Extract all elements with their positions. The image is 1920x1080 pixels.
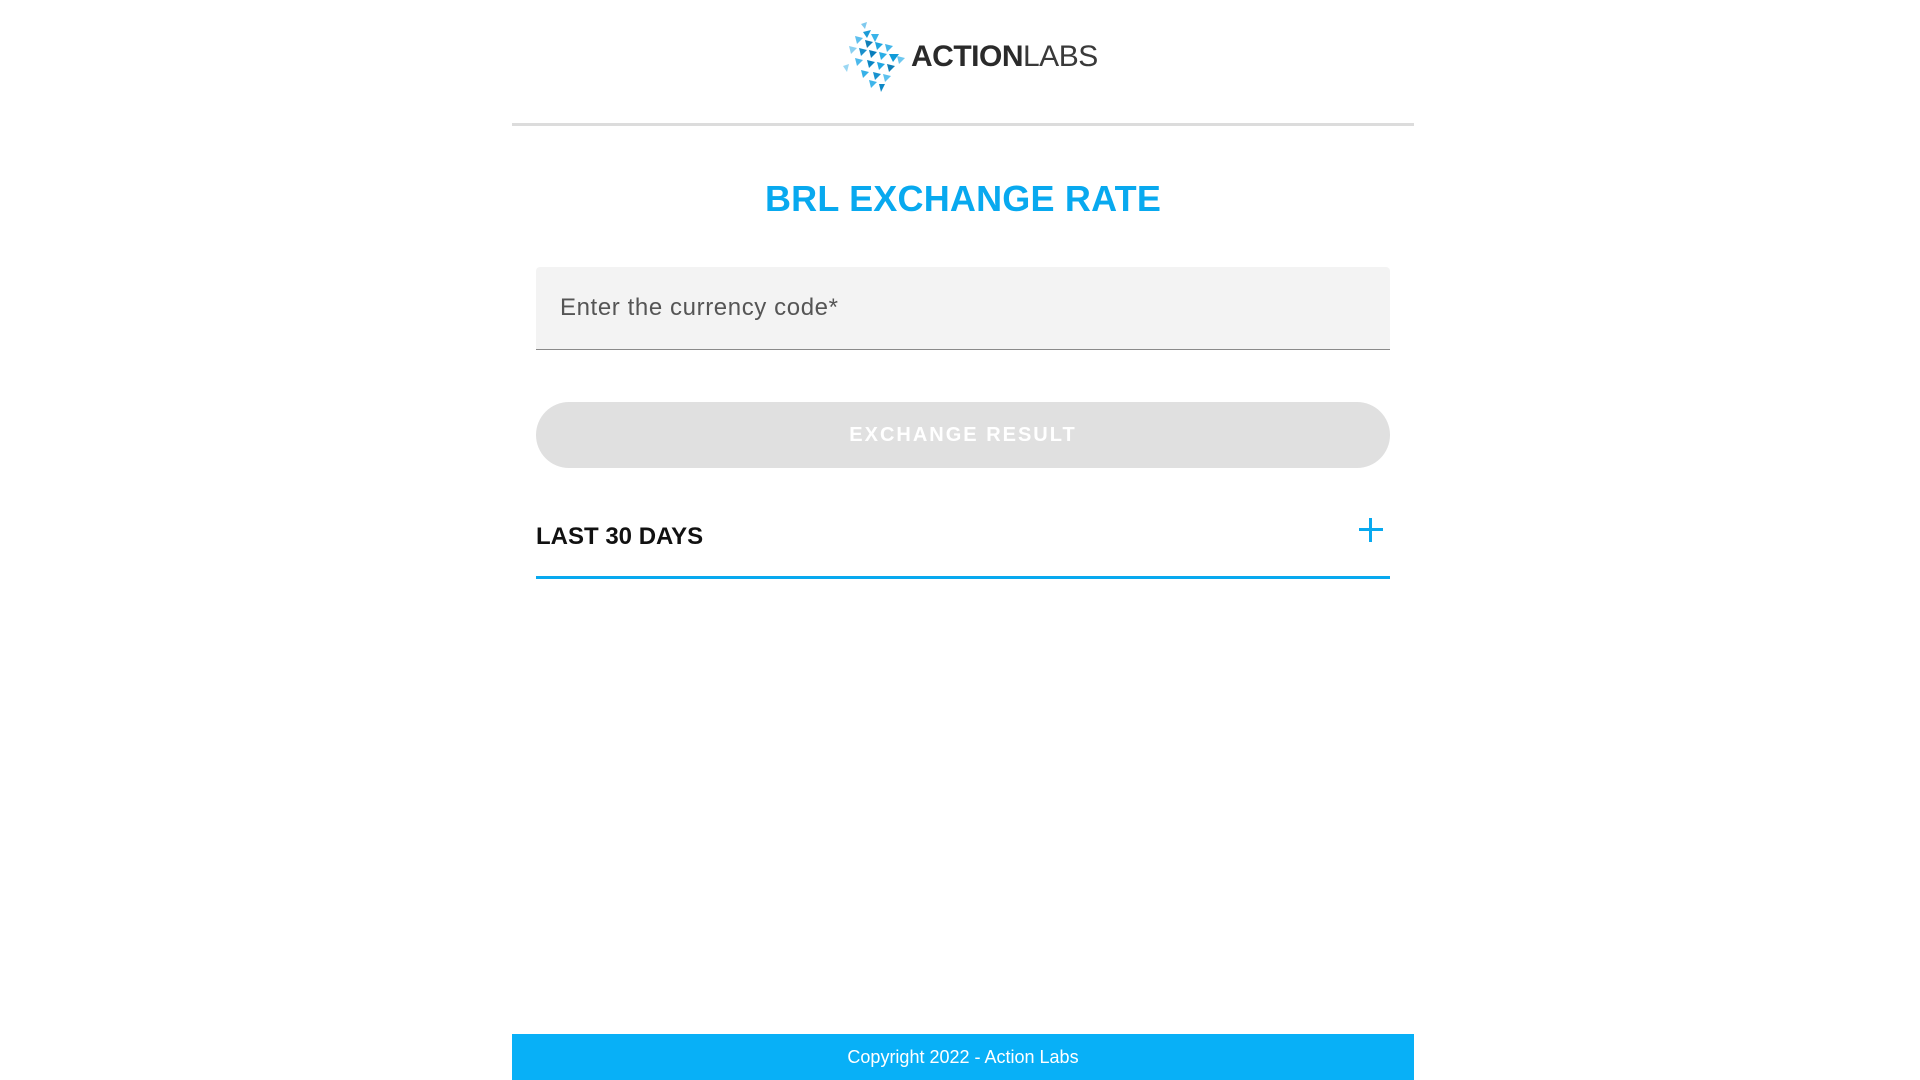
header: ACTION LABS (512, 0, 1414, 126)
accordion-label: LAST 30 DAYS (536, 523, 704, 550)
logo-mark-icon (843, 22, 905, 92)
copyright-text: Copyright 2022 - Action Labs (847, 1047, 1079, 1067)
exchange-result-button[interactable]: EXCHANGE RESULT (536, 402, 1390, 468)
logo-text-light: LABS (1023, 40, 1098, 73)
logo-wordmark: ACTION LABS (911, 42, 1098, 72)
plus-icon[interactable] (1356, 515, 1386, 545)
page-title: BRL EXCHANGE RATE (764, 178, 1162, 219)
app-container: ACTIONLABS BRL EXCHANGE RATE EXCHANGE RE… (512, 0, 1414, 1080)
logo-text-bold: ACTION (911, 40, 1024, 73)
action-labs-logo[interactable]: ACTION LABS (841, 22, 1098, 92)
currency-code-input[interactable] (536, 267, 1390, 349)
footer: Copyright 2022 - Action Labs (512, 1034, 1414, 1080)
currency-code-field[interactable] (536, 267, 1390, 350)
last-30-days-accordion[interactable]: LAST 30 DAYS (536, 497, 1390, 579)
page: ACTIONLABS BRL EXCHANGE RATE EXCHANGE RE… (0, 0, 1920, 1080)
